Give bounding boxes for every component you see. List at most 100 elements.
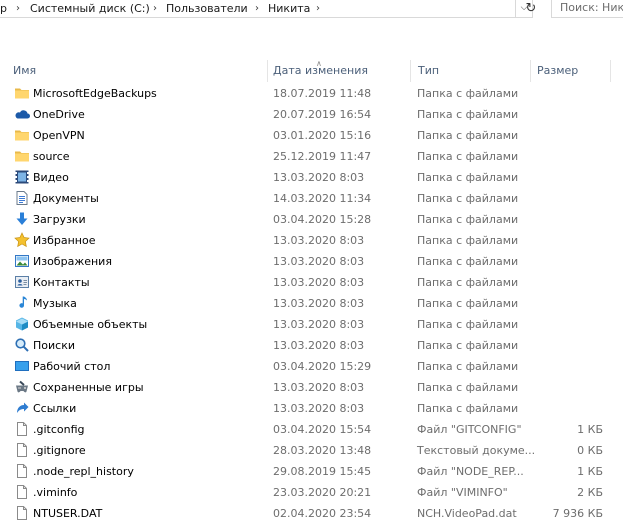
column-header-size[interactable]: Размер	[537, 60, 578, 82]
list-item[interactable]: .gitignore 28.03.2020 13:48 Текстовый до…	[0, 440, 623, 461]
list-item[interactable]: Музыка 13.03.2020 8:03 Папка с файлами	[0, 293, 623, 314]
file-type: Папка с файлами	[417, 129, 519, 142]
list-item[interactable]: Контакты 13.03.2020 8:03 Папка с файлами	[0, 272, 623, 293]
list-item[interactable]: Рабочий стол 03.04.2020 15:29 Папка с фа…	[0, 356, 623, 377]
breadcrumb-separator-icon[interactable]: ›	[316, 1, 320, 17]
breadcrumb-lead[interactable]: р	[0, 1, 7, 17]
onedrive-icon	[14, 106, 30, 122]
column-divider[interactable]	[267, 60, 268, 82]
column-header-date[interactable]: Дата изменения	[273, 60, 368, 82]
column-header-name[interactable]: Имя	[13, 60, 36, 82]
address-bar-row: р › Системный диск (C:) › Пользователи ›…	[0, 0, 623, 20]
list-item[interactable]: .viminfo 23.03.2020 20:21 Файл "VIMINFO"…	[0, 482, 623, 503]
list-item[interactable]: Изображения 13.03.2020 8:03 Папка с файл…	[0, 251, 623, 272]
column-header-type[interactable]: Тип	[418, 60, 439, 82]
folder-icon	[14, 85, 30, 101]
list-item[interactable]: Видео 13.03.2020 8:03 Папка с файлами	[0, 167, 623, 188]
file-date: 29.08.2019 15:45	[273, 465, 372, 478]
file-date: 20.07.2019 16:54	[273, 108, 372, 121]
list-item[interactable]: .gitconfig 03.04.2020 15:54 Файл "GITCON…	[0, 419, 623, 440]
column-divider[interactable]	[610, 60, 611, 82]
file-date: 14.03.2020 11:34	[273, 192, 372, 205]
breadcrumb-separator-icon[interactable]: ›	[255, 1, 259, 17]
file-name: OpenVPN	[33, 129, 85, 142]
file-icon	[14, 442, 30, 458]
file-date: 13.03.2020 8:03	[273, 318, 365, 331]
list-item[interactable]: Объемные объекты 13.03.2020 8:03 Папка с…	[0, 314, 623, 335]
column-divider[interactable]	[530, 60, 531, 82]
file-date: 28.03.2020 13:48	[273, 444, 372, 457]
list-item[interactable]: Ссылки 13.03.2020 8:03 Папка с файлами	[0, 398, 623, 419]
file-type: Файл "GITCONFIG"	[417, 423, 522, 436]
file-type: Папка с файлами	[417, 87, 519, 100]
file-size: 1 КБ	[577, 465, 603, 478]
file-date: 03.01.2020 15:16	[273, 129, 372, 142]
file-name: Документы	[33, 192, 99, 205]
search-folder-icon	[14, 337, 30, 353]
file-date: 18.07.2019 11:48	[273, 87, 372, 100]
file-name: Сохраненные игры	[33, 381, 144, 394]
file-type: Текстовый докуме...	[417, 444, 536, 457]
downloads-folder-icon	[14, 211, 30, 227]
file-name: Видео	[33, 171, 69, 184]
file-name: .viminfo	[33, 486, 78, 499]
list-item[interactable]: .node_repl_history 29.08.2019 15:45 Файл…	[0, 461, 623, 482]
list-item[interactable]: Загрузки 03.04.2020 15:28 Папка с файлам…	[0, 209, 623, 230]
file-type: Файл "NODE_REP...	[417, 465, 524, 478]
refresh-icon[interactable]: ↻	[523, 0, 539, 18]
column-header-row: ∧ Имя Дата изменения Тип Размер	[0, 59, 623, 82]
file-name: Изображения	[33, 255, 112, 268]
file-name: Загрузки	[33, 213, 86, 226]
file-date: 23.03.2020 20:21	[273, 486, 372, 499]
file-type: Папка с файлами	[417, 234, 519, 247]
breadcrumb-separator-icon[interactable]: ›	[16, 1, 20, 17]
file-type: Папка с файлами	[417, 255, 519, 268]
file-date: 13.03.2020 8:03	[273, 255, 365, 268]
file-type: Папка с файлами	[417, 108, 519, 121]
file-name: Рабочий стол	[33, 360, 111, 373]
file-type: Папка с файлами	[417, 276, 519, 289]
file-date: 25.12.2019 11:47	[273, 150, 372, 163]
desktop-folder-icon	[14, 358, 30, 374]
file-icon	[14, 505, 30, 521]
file-type: Папка с файлами	[417, 192, 519, 205]
list-item[interactable]: Избранное 13.03.2020 8:03 Папка с файлам…	[0, 230, 623, 251]
file-date: 13.03.2020 8:03	[273, 171, 365, 184]
breadcrumb-separator-icon[interactable]: ›	[153, 1, 157, 17]
list-item[interactable]: OpenVPN 03.01.2020 15:16 Папка с файлами	[0, 125, 623, 146]
search-input[interactable]: Поиск: Ник	[551, 0, 623, 18]
list-item[interactable]: MicrosoftEdgeBackups 18.07.2019 11:48 Па…	[0, 83, 623, 104]
list-item[interactable]: source 25.12.2019 11:47 Папка с файлами	[0, 146, 623, 167]
breadcrumb-nikita[interactable]: Никита	[268, 1, 310, 17]
file-name: .gitignore	[33, 444, 86, 457]
documents-folder-icon	[14, 190, 30, 206]
saved-games-icon	[14, 379, 30, 395]
file-type: Папка с файлами	[417, 150, 519, 163]
file-name: NTUSER.DAT	[33, 507, 103, 520]
file-name: Музыка	[33, 297, 77, 310]
file-date: 03.04.2020 15:29	[273, 360, 372, 373]
file-name: Контакты	[33, 276, 90, 289]
links-folder-icon	[14, 400, 30, 416]
breadcrumb-system-disk[interactable]: Системный диск (C:)	[30, 1, 150, 17]
file-date: 13.03.2020 8:03	[273, 234, 365, 247]
breadcrumb-users[interactable]: Пользователи	[166, 1, 248, 17]
list-item[interactable]: Документы 14.03.2020 11:34 Папка с файла…	[0, 188, 623, 209]
list-item[interactable]: Сохраненные игры 13.03.2020 8:03 Папка с…	[0, 377, 623, 398]
file-date: 02.04.2020 23:54	[273, 507, 372, 520]
file-type: Папка с файлами	[417, 360, 519, 373]
list-item[interactable]: Поиски 13.03.2020 8:03 Папка с файлами	[0, 335, 623, 356]
folder-icon	[14, 148, 30, 164]
file-type: Папка с файлами	[417, 318, 519, 331]
file-name: Объемные объекты	[33, 318, 148, 331]
list-item[interactable]: OneDrive 20.07.2019 16:54 Папка с файлам…	[0, 104, 623, 125]
column-divider[interactable]	[410, 60, 411, 82]
music-note-icon	[14, 295, 30, 311]
file-name: Поиски	[33, 339, 75, 352]
file-name: Ссылки	[33, 402, 77, 415]
file-type: Папка с файлами	[417, 381, 519, 394]
list-item[interactable]: NTUSER.DAT 02.04.2020 23:54 NCH.VideoPad…	[0, 503, 623, 524]
file-icon	[14, 421, 30, 437]
file-icon	[14, 463, 30, 479]
file-type: Папка с файлами	[417, 402, 519, 415]
